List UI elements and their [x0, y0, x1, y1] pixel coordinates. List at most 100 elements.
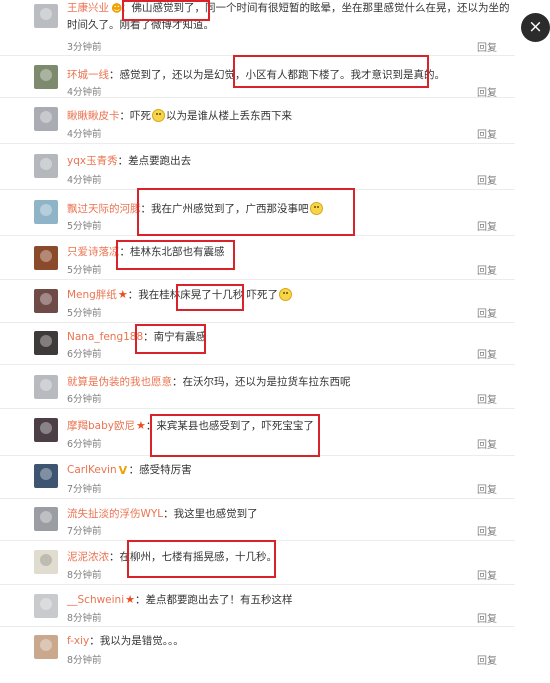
comment-username[interactable]: 流失扯淡的浮伤WYL: [67, 508, 163, 520]
comment-username[interactable]: 环城一线: [67, 69, 109, 81]
comment-time: 8分钟前: [67, 655, 102, 666]
comment-username[interactable]: 摩羯baby欧尼: [67, 420, 135, 432]
comment-time: 7分钟前: [67, 484, 102, 495]
reply-button[interactable]: 回复: [477, 481, 497, 496]
comment-text-continued: 时间久了。刚看了微博才知道。: [67, 19, 214, 31]
avatar[interactable]: [34, 418, 58, 442]
comment-username[interactable]: __Schweini: [67, 594, 124, 606]
comment-username[interactable]: yqx玉青秀: [67, 155, 118, 167]
worried-emoji-icon: [309, 202, 323, 215]
avatar[interactable]: [34, 594, 58, 618]
comment-item: 瞅瞅瞅皮卡：吓死 以为是谁从楼上丢东西下来 4分钟前 回复: [0, 98, 515, 144]
comment-time: 6分钟前: [67, 349, 102, 360]
comment-time: 8分钟前: [67, 570, 102, 581]
reply-button[interactable]: 回复: [477, 39, 497, 54]
comment-text: 我这里也感觉到了: [173, 508, 258, 520]
comment-username[interactable]: Meng胖纸: [67, 289, 117, 301]
comment-username[interactable]: 只爱诗落凉: [67, 246, 120, 258]
avatar[interactable]: [34, 464, 58, 488]
comment-text: 来宾某县也感受到了，吓死宝宝了: [156, 420, 314, 432]
comment-username[interactable]: 飘过天际的河豚: [67, 203, 141, 215]
comment-item: 王康兴业 ☻：佛山感觉到了，同一个时间有很短暂的眩晕，坐在那里感觉什么在晃，还以为…: [0, 0, 515, 56]
reply-button[interactable]: 回复: [477, 84, 497, 99]
reply-button[interactable]: 回复: [477, 126, 497, 141]
avatar[interactable]: [34, 289, 58, 313]
comment-text: 吓死: [130, 110, 151, 122]
avatar[interactable]: [34, 507, 58, 531]
comment-username[interactable]: 瞅瞅瞅皮卡: [67, 110, 120, 122]
reply-button[interactable]: 回复: [477, 172, 497, 187]
vip-badge-icon: ☻: [111, 2, 123, 15]
comment-time: 7分钟前: [67, 526, 102, 537]
reply-button[interactable]: 回复: [477, 218, 497, 233]
avatar[interactable]: [34, 154, 58, 178]
comment-time: 4分钟前: [67, 129, 102, 140]
reply-button[interactable]: 回复: [477, 346, 497, 361]
comment-text: 在沃尔玛，还以为是拉货车拉东西呢: [182, 376, 351, 388]
avatar[interactable]: [34, 65, 58, 89]
comment-text: 差点要跑出去: [128, 155, 192, 167]
comment-text: 我在桂林床晃了十几秒 吓死了: [138, 289, 279, 301]
comment-text: 我以为是错觉。。。: [99, 635, 184, 647]
reply-button[interactable]: 回复: [477, 567, 497, 582]
avatar[interactable]: [34, 375, 58, 399]
comment-time: 5分钟前: [67, 265, 102, 276]
close-button[interactable]: ×: [521, 13, 550, 42]
star-badge-icon: ★: [117, 288, 128, 301]
comment-text: 南宁有震感: [153, 331, 207, 343]
star-badge-icon: ★: [135, 419, 146, 432]
comment-time: 6分钟前: [67, 394, 102, 405]
reply-button[interactable]: 回复: [477, 652, 497, 667]
comment-username[interactable]: 就算是伪装的我也愿意: [67, 376, 172, 388]
comment-list: 王康兴业 ☻：佛山感觉到了，同一个时间有很短暂的眩晕，坐在那里感觉什么在晃，还以为…: [0, 0, 515, 677]
comment-time: 5分钟前: [67, 308, 102, 319]
reply-button[interactable]: 回复: [477, 262, 497, 277]
comment-username[interactable]: CarlKevin: [67, 464, 117, 476]
avatar[interactable]: [34, 4, 58, 28]
reply-button[interactable]: 回复: [477, 436, 497, 451]
comment-text: 佛山感觉到了，同一个时间有很短暂的眩晕，坐在那里感觉什么在晃，还以为坐的: [131, 2, 510, 14]
comment-text: 桂林东北部也有震感: [130, 246, 225, 258]
comment-username[interactable]: 王康兴业: [67, 2, 109, 14]
vip-badge-icon: V: [118, 464, 128, 477]
comment-username[interactable]: f-xiy: [67, 635, 89, 647]
comment-time: 8分钟前: [67, 613, 102, 624]
comment-item: Meng胖纸★：我在桂林床晃了十几秒 吓死了 5分钟前 回复: [0, 280, 515, 323]
comment-time: 3分钟前: [67, 42, 102, 53]
comment-item: 环城一线：感觉到了，还以为是幻觉，小区有人都跑下楼了。我才意识到是真的。 4分钟…: [0, 56, 515, 99]
comment-text: 差点都要跑出去了！有五秒这样: [145, 594, 293, 606]
comment-username[interactable]: Nana_feng188: [67, 331, 143, 343]
reply-button[interactable]: 回复: [477, 610, 497, 625]
avatar[interactable]: [34, 200, 58, 224]
comment-username[interactable]: 泥泥浓浓: [67, 551, 109, 563]
comment-item: 就算是伪装的我也愿意：在沃尔玛，还以为是拉货车拉东西呢 6分钟前 回复: [0, 365, 515, 409]
comment-time: 4分钟前: [67, 87, 102, 98]
avatar[interactable]: [34, 635, 58, 659]
reply-button[interactable]: 回复: [477, 523, 497, 538]
comment-item: CarlKevin V：感受特厉害 7分钟前 回复: [0, 456, 515, 499]
avatar[interactable]: [34, 331, 58, 355]
grimace-emoji-icon: [152, 109, 165, 122]
comment-item: 只爱诗落凉：桂林东北部也有震感 5分钟前 回复: [0, 236, 515, 280]
comment-item: 泥泥浓浓：在柳州，七楼有摇晃感，十几秒。 8分钟前 回复: [0, 541, 515, 585]
avatar[interactable]: [34, 107, 58, 131]
comment-time: 6分钟前: [67, 439, 102, 450]
comment-item: 飘过天际的河豚：我在广州感觉到了，广西那没事吧 5分钟前 回复: [0, 190, 515, 236]
reply-button[interactable]: 回复: [477, 305, 497, 320]
reply-button[interactable]: 回复: [477, 391, 497, 406]
star-badge-icon: ★: [125, 593, 136, 606]
avatar[interactable]: [34, 246, 58, 270]
comment-text: 在柳州，七楼有摇晃感，十几秒。: [119, 551, 278, 563]
avatar[interactable]: [34, 550, 58, 574]
comment-item: 流失扯淡的浮伤WYL：我这里也感觉到了 7分钟前 回复: [0, 499, 515, 541]
comment-text: 感觉到了，还以为是幻觉，小区有人都跑下楼了。我才意识到是真的。: [119, 69, 446, 81]
comment-item: Nana_feng188：南宁有震感 6分钟前 回复: [0, 323, 515, 365]
worried-emoji-icon: [279, 288, 293, 301]
comment-text-after: 以为是谁从楼上丢东西下来: [166, 110, 292, 122]
comment-text: 我在广州感觉到了，广西那没事吧: [151, 203, 309, 215]
comment-item: yqx玉青秀：差点要跑出去 4分钟前 回复: [0, 144, 515, 190]
comment-time: 5分钟前: [67, 221, 102, 232]
comment-item: 摩羯baby欧尼★：来宾某县也感受到了，吓死宝宝了 6分钟前 回复: [0, 409, 515, 456]
comment-text: 感受特厉害: [139, 464, 192, 476]
comment-time: 4分钟前: [67, 175, 102, 186]
